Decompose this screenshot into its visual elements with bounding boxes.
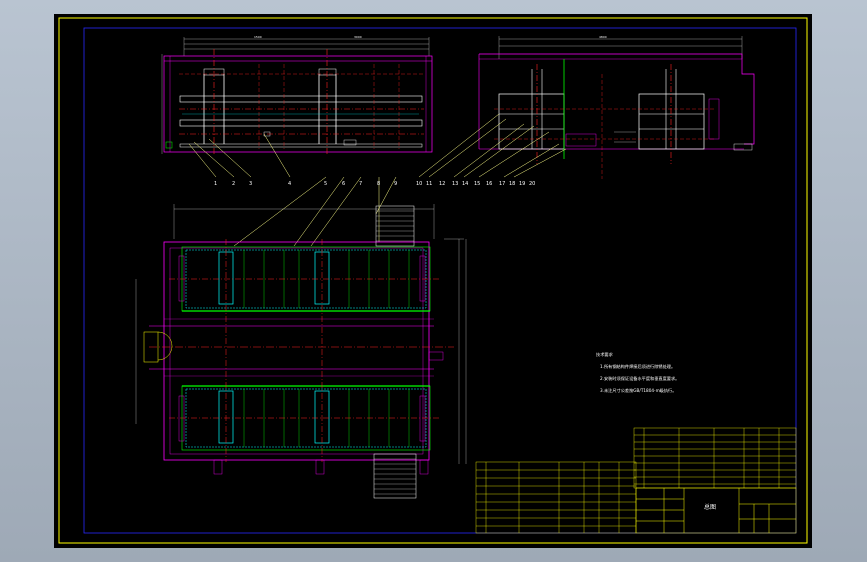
callout-9: 9 — [394, 181, 397, 187]
plan-view — [135, 204, 467, 499]
callout-6: 6 — [342, 181, 345, 187]
callout-4: 4 — [288, 181, 291, 187]
callout-2: 2 — [232, 181, 235, 187]
svg-text:3000: 3000 — [354, 35, 362, 39]
callout-8: 8 — [377, 181, 380, 187]
callout-12: 12 — [439, 181, 445, 187]
callout-11: 11 — [426, 181, 432, 187]
callout-20: 20 — [529, 181, 535, 187]
callout-1: 1 — [214, 181, 217, 187]
callout-3: 3 — [249, 181, 252, 187]
drawing-name: 总图 — [704, 503, 716, 511]
callout-14: 14 — [462, 181, 468, 187]
callout-18: 18 — [509, 181, 515, 187]
callout-7: 7 — [359, 181, 362, 187]
drawing-sheet: 1500 3000 4 800 1 2 3 4 5 6 7 8 9 10 11 1… — [54, 14, 812, 548]
notes-line-2: 2.安装时须保证设备水平度和垂直度要求。 — [600, 375, 679, 382]
callout-13: 13 — [452, 181, 458, 187]
notes-line-1: 1.所有钢结构件焊接后须进行除锈处理。 — [600, 363, 675, 370]
callout-5: 5 — [324, 181, 327, 187]
callout-15: 15 — [474, 181, 480, 187]
technical-notes: 技术要求 1.所有钢结构件焊接后须进行除锈处理。 2.安装时须保证设备水平度和垂… — [596, 351, 679, 394]
outer-frame — [58, 17, 808, 544]
notes-heading: 技术要求 — [596, 351, 614, 358]
elevation-view-side: 4800 — [478, 35, 755, 179]
callout-16: 16 — [486, 181, 492, 187]
title-block: 总图 — [635, 487, 797, 534]
cad-drawing: 1500 3000 4 800 1 2 3 4 5 6 7 8 9 10 11 1… — [58, 17, 808, 544]
callout-17: 17 — [499, 181, 505, 187]
elevation-view-front: 1500 3000 — [161, 35, 433, 154]
callout-19: 19 — [519, 181, 525, 187]
svg-text:1500: 1500 — [254, 35, 262, 39]
callout-10: 10 — [416, 181, 422, 187]
parts-list-lower — [475, 461, 637, 534]
inner-border — [83, 27, 797, 534]
notes-line-3: 3.未注尺寸公差按GB/T1804-m级执行。 — [600, 387, 676, 394]
svg-text:4800: 4800 — [599, 35, 607, 39]
parts-list-upper — [633, 427, 797, 489]
